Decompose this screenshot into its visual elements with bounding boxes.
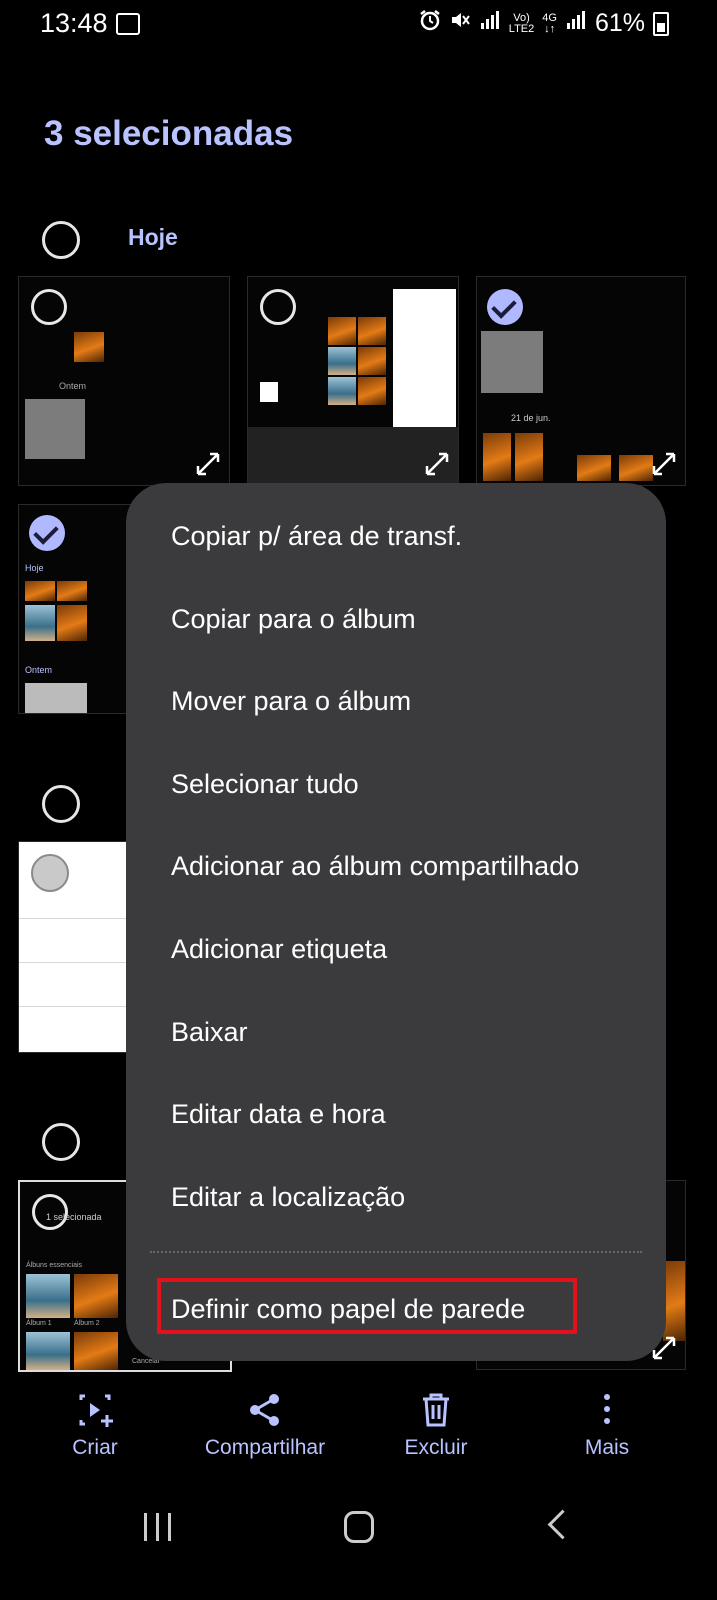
system-nav-bar (0, 1505, 717, 1565)
status-bar: 13:48 Vo) LTE2 4G ↓↑ 61% (0, 0, 717, 50)
thumb-text: Hoje (25, 563, 44, 573)
menu-item-set-wallpaper[interactable]: Definir como papel de parede (171, 1294, 525, 1325)
mini-white-tile (260, 382, 278, 402)
back-icon[interactable] (547, 1509, 578, 1540)
section-select-checkbox[interactable] (42, 785, 80, 823)
section-select-checkbox[interactable] (42, 1123, 80, 1161)
expand-icon[interactable] (651, 451, 677, 477)
create-label: Criar (72, 1436, 118, 1459)
mini-photo (328, 317, 356, 345)
select-checkbox[interactable] (31, 854, 69, 892)
expand-icon[interactable] (195, 451, 221, 477)
delete-label: Excluir (404, 1436, 468, 1459)
mini-photo (619, 455, 653, 481)
menu-divider (150, 1251, 642, 1253)
mini-photo (358, 347, 386, 375)
menu-item-edit-date-time[interactable]: Editar data e hora (171, 1099, 386, 1130)
more-vertical-icon (604, 1394, 610, 1424)
menu-item-select-all[interactable]: Selecionar tudo (171, 769, 359, 800)
mini-photo (26, 1274, 70, 1318)
share-icon (250, 1394, 279, 1426)
mini-photo (25, 605, 55, 641)
battery-percent: 61% (594, 9, 645, 37)
mini-photo (74, 332, 104, 362)
menu-item-download[interactable]: Baixar (171, 1017, 248, 1048)
create-icon (79, 1394, 113, 1427)
create-button[interactable]: Criar (10, 1382, 180, 1460)
menu-item-add-tag[interactable]: Adicionar etiqueta (171, 934, 387, 965)
signal-icon (479, 9, 501, 38)
mini-photo (74, 1274, 118, 1318)
thumb-text: Ontem (25, 665, 53, 675)
selected-check-icon[interactable] (29, 515, 65, 551)
photo-thumbnail-selected[interactable]: 21 de jun. (476, 276, 686, 486)
4g-icon: 4G ↓↑ (542, 11, 557, 35)
volte-icon: Vo) LTE2 (508, 11, 535, 35)
mini-photo (577, 455, 611, 481)
thumb-text: Álbum 2 (74, 1320, 100, 1327)
mini-photo (57, 605, 87, 641)
share-label: Compartilhar (204, 1436, 326, 1459)
expand-icon[interactable] (424, 451, 450, 477)
mini-photo (483, 433, 511, 481)
mini-photo (515, 433, 543, 481)
mini-placeholder (481, 331, 543, 393)
select-checkbox[interactable] (31, 289, 67, 325)
alarm-icon (419, 9, 441, 38)
home-icon[interactable] (344, 1511, 374, 1543)
photo-thumbnail[interactable]: Ontem (18, 276, 230, 486)
mini-photo (25, 581, 55, 601)
recent-apps-icon[interactable] (142, 1513, 176, 1541)
section-select-checkbox[interactable] (42, 221, 80, 259)
status-icons: Vo) LTE2 4G ↓↑ 61% (419, 9, 669, 38)
more-button[interactable]: Mais (522, 1382, 692, 1460)
thumb-text: 21 de jun. (511, 413, 551, 423)
selected-check-icon[interactable] (487, 289, 523, 325)
battery-icon (653, 11, 669, 36)
thumb-text: Ontem (59, 381, 87, 391)
signal-icon (565, 9, 587, 38)
mini-photo (328, 377, 356, 405)
menu-item-add-shared-album[interactable]: Adicionar ao álbum compartilhado (171, 851, 579, 882)
mini-placeholder (25, 683, 87, 713)
status-time: 13:48 (40, 8, 108, 38)
mini-photo (57, 581, 87, 601)
thumb-text: Álbuns essenciais (26, 1262, 83, 1269)
more-options-menu: Copiar p/ área de transf. Copiar para o … (126, 483, 666, 1361)
photo-thumbnail[interactable] (247, 276, 459, 486)
menu-item-edit-location[interactable]: Editar a localização (171, 1182, 405, 1213)
select-checkbox[interactable] (260, 289, 296, 325)
mini-white-panel (393, 289, 456, 429)
mini-photo (358, 317, 386, 345)
mini-photo (74, 1332, 118, 1370)
bottom-action-bar: Criar Compartilhar Excluir Mais (0, 1382, 717, 1482)
menu-item-copy-to-album[interactable]: Copiar para o álbum (171, 604, 416, 635)
mini-photo (358, 377, 386, 405)
menu-item-move-to-album[interactable]: Mover para o álbum (171, 686, 411, 717)
section-label-hoje: Hoje (128, 224, 178, 250)
page-title: 3 selecionadas (44, 114, 294, 153)
mini-photo (663, 1261, 685, 1341)
thumb-text: Álbum 1 (26, 1320, 52, 1327)
trash-icon (423, 1393, 449, 1427)
thumb-text: 1 selecionada (46, 1212, 102, 1222)
mini-photo (26, 1332, 70, 1370)
mini-photo (328, 347, 356, 375)
delete-button[interactable]: Excluir (351, 1382, 521, 1460)
share-button[interactable]: Compartilhar (180, 1382, 350, 1460)
gallery-icon (116, 13, 140, 35)
menu-item-copy-clipboard[interactable]: Copiar p/ área de transf. (171, 521, 462, 552)
mini-placeholder (25, 399, 85, 459)
more-label: Mais (584, 1436, 630, 1459)
mute-icon (449, 9, 471, 38)
